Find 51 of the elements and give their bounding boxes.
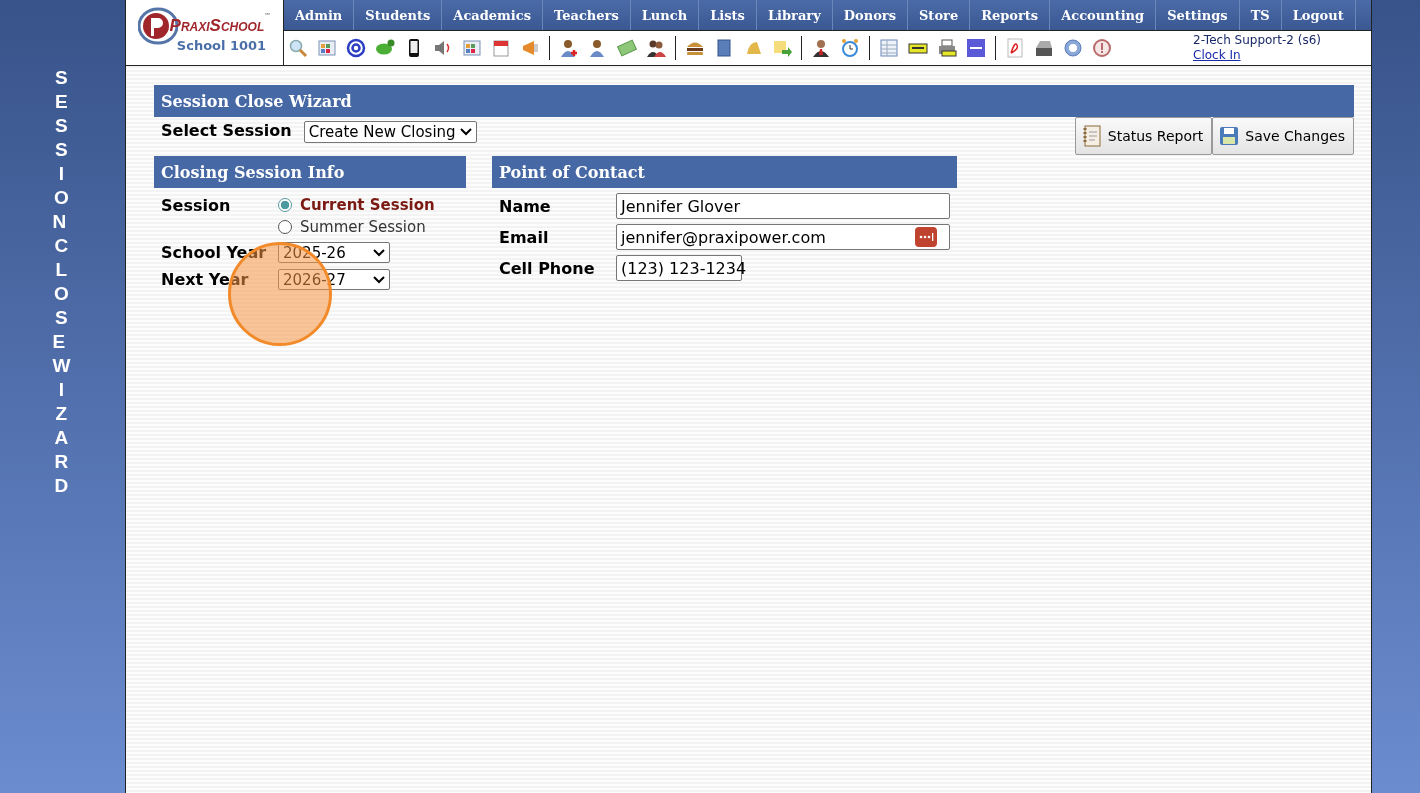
caret-icon [373, 275, 385, 284]
caret-icon [373, 248, 385, 257]
nav-menu-item[interactable]: Lunch [630, 0, 700, 30]
nav-menu-item[interactable]: Students [354, 0, 443, 30]
password-manager-icon[interactable] [915, 227, 937, 247]
field-label: Cell Phone [499, 258, 596, 278]
calendar-icon[interactable] [491, 38, 511, 58]
alarm-clock-icon[interactable] [840, 38, 860, 58]
name-field[interactable]: Jennifer Glover [616, 193, 950, 219]
nav-menu-item[interactable]: Donors [832, 0, 908, 30]
field-label: Select Session [161, 121, 292, 140]
status-report-button[interactable]: Status Report [1074, 117, 1213, 155]
man-icon[interactable] [811, 38, 831, 58]
magnifier-icon[interactable] [288, 38, 308, 58]
nav-menu-item[interactable]: Library [756, 0, 833, 30]
nav-menu-item[interactable]: Admin [284, 0, 355, 30]
nav-menu-item[interactable]: Accounting [1050, 0, 1157, 30]
person-plus-icon[interactable] [559, 38, 579, 58]
section-header: Session Close Wizard [154, 85, 1354, 117]
user-name: 2-Tech Support-2 (s6) [1193, 33, 1323, 48]
printer-icon[interactable] [937, 38, 957, 58]
field-label: Email [499, 227, 550, 247]
school-name: School 1001 [176, 38, 267, 53]
session-radio-option[interactable]: Summer Session [278, 218, 435, 236]
alert-icon[interactable] [1092, 38, 1112, 58]
field-label: Session [161, 196, 232, 217]
email-field[interactable]: jennifer@praxipower.com [616, 224, 950, 250]
clock-in-link[interactable]: Clock In [1193, 48, 1241, 62]
nav-menu-item[interactable]: Academics [442, 0, 544, 30]
notebook-icon [1081, 125, 1102, 147]
nav-menu-item[interactable]: TS [1239, 0, 1282, 30]
nav-menu-item[interactable]: Logout [1281, 0, 1356, 30]
people-icon[interactable] [646, 38, 666, 58]
nav-menu-item[interactable]: Store [908, 0, 971, 30]
calendar-grid-icon[interactable] [462, 38, 482, 58]
grid-icon[interactable] [317, 38, 337, 58]
note-arrow-icon[interactable] [772, 38, 792, 58]
megaphone-icon[interactable] [520, 38, 540, 58]
nav-menu-item[interactable]: Settings [1156, 0, 1240, 30]
vertical-title: SESSION CLOSE WIZARD [52, 66, 73, 498]
caret-icon [459, 128, 472, 136]
section-header: Closing Session Info [154, 156, 466, 188]
nav-menu-item[interactable]: Lists [699, 0, 757, 30]
save-changes-button[interactable]: Save Changes [1212, 117, 1354, 155]
session-dropdown[interactable]: Create New Closing [303, 121, 477, 143]
field-label: Name [499, 196, 552, 216]
nav-menu-item[interactable]: Teachers [543, 0, 631, 30]
nav-menu-item[interactable]: Reports [970, 0, 1051, 30]
book-icon[interactable] [714, 38, 734, 58]
section-header: Point of Contact [492, 156, 957, 188]
session-radio-option[interactable]: Current Session [278, 196, 435, 214]
